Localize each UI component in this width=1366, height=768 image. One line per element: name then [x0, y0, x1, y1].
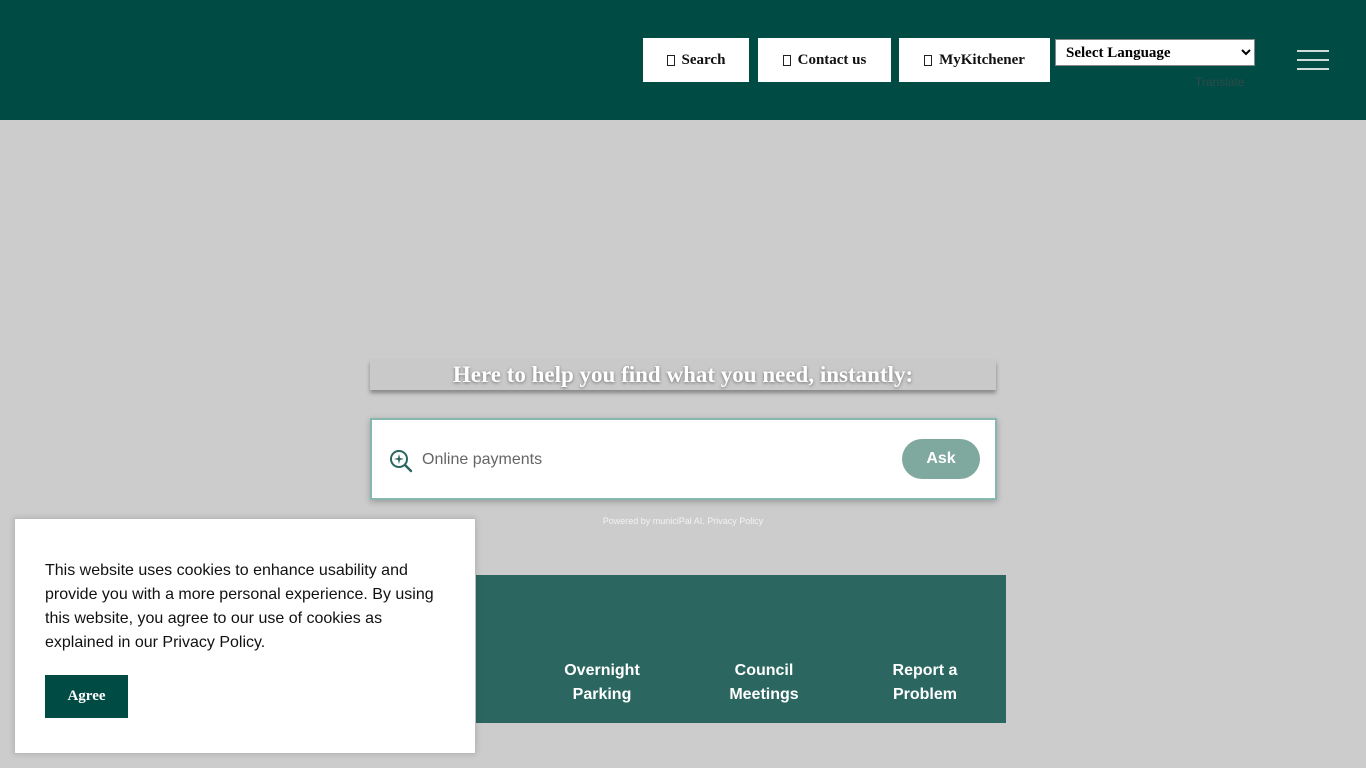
site-header: Search Contact us MyKitchener Select Lan… [0, 0, 1366, 120]
search-icon [666, 54, 675, 66]
search-button-label: Search [681, 51, 726, 68]
assistant-search-box: Ask [370, 418, 997, 500]
quick-link-council-meetings[interactable]: Council Meetings [699, 659, 829, 707]
magnify-sparkle-icon [390, 450, 413, 473]
contact-us-label: Contact us [797, 51, 867, 68]
ask-button[interactable]: Ask [902, 439, 980, 479]
quick-link-overnight-parking[interactable]: Overnight Parking [537, 659, 667, 707]
privacy-policy-link[interactable]: Privacy Policy [707, 516, 763, 526]
cookie-banner: This website uses cookies to enhance usa… [14, 518, 476, 754]
quick-link-2-line1: Overnight [564, 662, 640, 679]
contact-us-button[interactable]: Contact us [758, 38, 891, 82]
agree-button[interactable]: Agree [45, 675, 128, 718]
mail-icon [782, 54, 791, 66]
language-select[interactable]: Select Language [1055, 39, 1255, 66]
quick-link-2-line2: Parking [572, 686, 632, 703]
mykitchener-button[interactable]: MyKitchener [899, 38, 1050, 82]
quick-link-3-line2: Meetings [729, 686, 799, 703]
quick-link-3-line1: Council [734, 662, 794, 679]
user-icon [924, 54, 933, 66]
powered-by-text: Powered by municiPal AI. [602, 516, 705, 526]
search-button[interactable]: Search [643, 38, 749, 82]
cookie-banner-text: This website uses cookies to enhance usa… [45, 562, 434, 651]
translate-link[interactable]: Translate [1195, 75, 1245, 89]
assistant-input[interactable] [422, 444, 892, 476]
hamburger-menu-icon[interactable] [1297, 50, 1329, 70]
quick-link-4-line1: Report a [892, 662, 958, 679]
mykitchener-label: MyKitchener [939, 51, 1025, 68]
quick-link-4-line2: Problem [892, 686, 957, 703]
quick-link-report-a-problem[interactable]: Report a Problem [860, 659, 990, 707]
assistant-title: Here to help you find what you need, ins… [370, 360, 996, 390]
